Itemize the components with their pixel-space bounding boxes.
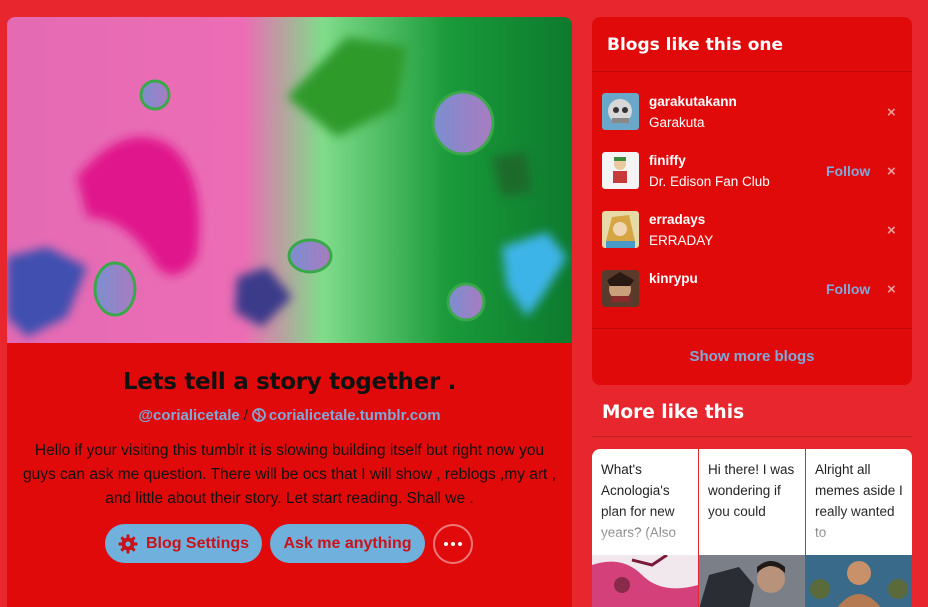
ask-label: Ask me anything: [283, 534, 412, 552]
blog-avatar[interactable]: [602, 270, 639, 307]
recommended-post-tile[interactable]: What's Acnologia's plan for new years? (…: [592, 449, 698, 607]
blog-username-link[interactable]: @corialicetale: [138, 407, 239, 424]
dismiss-icon[interactable]: ×: [887, 163, 896, 180]
blog-header-image: [7, 17, 572, 343]
dismiss-icon[interactable]: ×: [887, 222, 896, 239]
similar-blogs-panel: Blogs like this one garakutakann Garakut…: [592, 17, 912, 385]
globe-icon: [251, 408, 266, 422]
similar-blogs-heading: Blogs like this one: [592, 17, 912, 72]
follow-button[interactable]: Follow: [826, 281, 870, 297]
blog-settings-label: Blog Settings: [145, 534, 250, 552]
blog-avatar[interactable]: [602, 152, 639, 189]
similar-blog-row[interactable]: garakutakann Garakuta ×: [592, 87, 912, 137]
blog-card: Lets tell a story together . @corialicet…: [7, 17, 572, 607]
blog-name[interactable]: erradays: [649, 212, 705, 227]
blog-name[interactable]: kinrypu: [649, 271, 698, 286]
blog-description: Hello if your visiting this tumblr it is…: [23, 442, 556, 507]
blog-name[interactable]: garakutakann: [649, 94, 737, 109]
url-separator: /: [243, 407, 248, 424]
gear-icon: [118, 534, 138, 553]
text-fade: [806, 511, 912, 555]
dismiss-icon[interactable]: ×: [887, 281, 896, 298]
dot: [458, 542, 462, 546]
divider: [592, 436, 912, 437]
blog-url-line: @corialicetale / corialicetale.tumblr.com: [7, 407, 572, 424]
more-options-button[interactable]: [433, 524, 473, 564]
blog-subtitle: ERRADAY: [649, 233, 714, 248]
show-more-blogs-button[interactable]: Show more blogs: [592, 328, 912, 385]
dot: [451, 542, 455, 546]
blog-subtitle: Dr. Edison Fan Club: [649, 174, 770, 189]
similar-blog-row[interactable]: erradays ERRADAY ×: [592, 205, 912, 255]
more-like-this-heading: More like this: [602, 402, 745, 423]
recommended-post-tile[interactable]: Alright all memes aside I really wanted …: [806, 449, 912, 607]
blog-subtitle: Garakuta: [649, 115, 705, 130]
post-thumbnail: [699, 555, 805, 607]
post-thumbnail: [592, 555, 698, 607]
blog-title: Lets tell a story together .: [122, 369, 457, 395]
blog-url-link[interactable]: corialicetale.tumblr.com: [269, 407, 441, 424]
similar-blog-row[interactable]: kinrypu Follow ×: [592, 264, 912, 314]
ask-me-anything-button[interactable]: Ask me anything: [270, 524, 425, 563]
blog-avatar[interactable]: [602, 93, 639, 130]
text-fade: [592, 511, 698, 555]
post-thumbnail: [806, 555, 912, 607]
dot: [444, 542, 448, 546]
similar-blog-row[interactable]: finiffy Dr. Edison Fan Club Follow ×: [592, 146, 912, 196]
dismiss-icon[interactable]: ×: [887, 104, 896, 121]
recommended-post-tile[interactable]: Hi there! I was wondering if you could: [699, 449, 805, 607]
follow-button[interactable]: Follow: [826, 163, 870, 179]
text-fade: [699, 511, 805, 555]
blog-settings-button[interactable]: Blog Settings: [105, 524, 262, 563]
blog-name[interactable]: finiffy: [649, 153, 686, 168]
blog-avatar[interactable]: [602, 211, 639, 248]
